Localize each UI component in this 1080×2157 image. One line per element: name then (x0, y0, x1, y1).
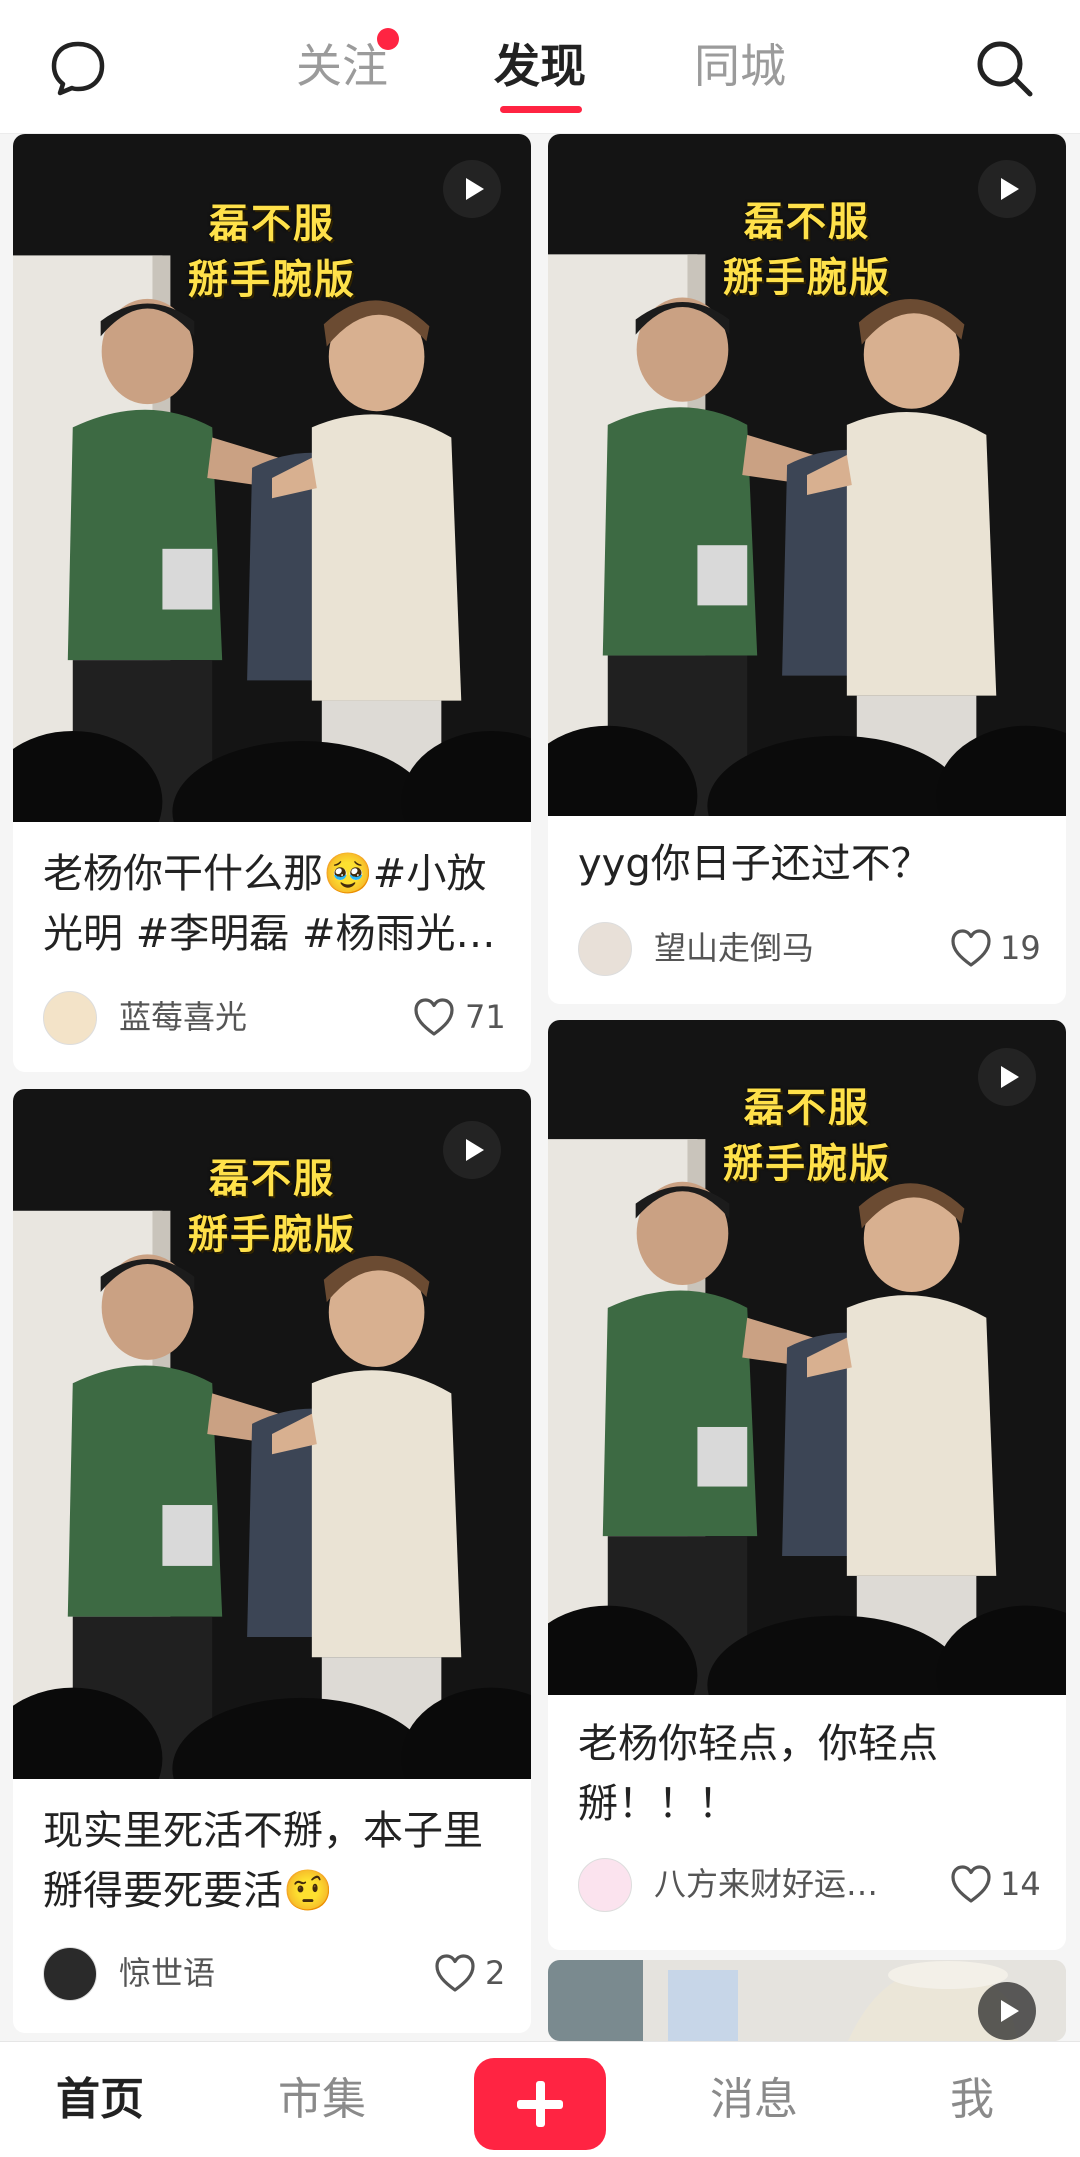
heart-icon[interactable] (413, 997, 455, 1037)
tab-discover[interactable]: 发现 (494, 36, 586, 96)
play-icon (443, 1121, 501, 1179)
play-icon (978, 1048, 1036, 1106)
heart-icon[interactable] (950, 1864, 992, 1904)
nav-me[interactable]: 我 (950, 2072, 994, 2128)
card-title: 老杨你干什么那🥹#小放光明 #李明磊 #杨雨光… (43, 851, 496, 957)
author-name[interactable]: 八方来财好运… (654, 1858, 878, 1910)
play-icon (443, 160, 501, 218)
publish-button[interactable] (474, 2058, 606, 2150)
feed-card[interactable]: 磊不服 掰手腕版 老杨你轻点，你轻点掰！！！ 八方来财好运… 14 (548, 1020, 1066, 1950)
nav-market[interactable]: 市集 (278, 2072, 366, 2128)
video-thumbnail[interactable]: 磊不服 掰手腕版 (13, 1089, 531, 1779)
video-thumbnail[interactable]: 磊不服 掰手腕版 (13, 134, 531, 822)
chat-bubble-icon[interactable] (48, 38, 108, 98)
author-name[interactable]: 望山走倒马 (654, 922, 814, 974)
card-title: yyg你日子还过不？ (578, 841, 931, 887)
feed-card[interactable]: 磊不服 掰手腕版 yyg你日子还过不？ 望山走倒马 19 (548, 134, 1066, 1004)
card-title: 老杨你轻点，你轻点掰！！！ (578, 1721, 938, 1827)
play-icon (978, 160, 1036, 218)
like-count: 71 (465, 998, 506, 1036)
cover-caption-line2: 掰手腕版 (723, 1141, 891, 1187)
video-thumbnail[interactable]: 磊不服 掰手腕版 (548, 134, 1066, 816)
notification-dot (377, 28, 399, 50)
cover-caption-line2: 掰手腕版 (723, 255, 891, 301)
cover-caption-line2: 掰手腕版 (188, 1212, 356, 1258)
bottom-navigation: 首页 市集 消息 我 (0, 2041, 1080, 2157)
cover-caption-line2: 掰手腕版 (188, 257, 356, 303)
author-name[interactable]: 蓝莓喜光 (119, 991, 247, 1043)
feed-card[interactable]: 磊不服 掰手腕版 现实里死活不掰，本子里掰得要死要活🤨 惊世语 2 (13, 1089, 531, 2033)
tab-follow[interactable]: 关注 (296, 36, 388, 96)
nav-messages[interactable]: 消息 (710, 2072, 798, 2128)
avatar[interactable] (578, 922, 632, 976)
heart-icon[interactable] (950, 928, 992, 968)
play-icon (978, 1982, 1036, 2040)
video-thumbnail[interactable] (548, 1960, 1066, 2041)
nav-home[interactable]: 首页 (56, 2072, 144, 2128)
feed-card[interactable] (548, 1960, 1066, 2041)
search-icon[interactable] (972, 36, 1036, 100)
card-title: 现实里死活不掰，本子里掰得要死要活🤨 (43, 1808, 483, 1914)
active-tab-indicator (500, 106, 582, 113)
video-thumbnail[interactable]: 磊不服 掰手腕版 (548, 1020, 1066, 1695)
top-bar: 关注 发现 同城 (0, 0, 1080, 134)
avatar[interactable] (43, 991, 97, 1045)
author-name[interactable]: 惊世语 (119, 1947, 215, 1999)
feed-card[interactable]: 磊不服 掰手腕版 老杨你干什么那🥹#小放光明 #李明磊 #杨雨光… 蓝莓喜光 7… (13, 134, 531, 1072)
tab-local[interactable]: 同城 (694, 36, 786, 96)
avatar[interactable] (43, 1947, 97, 2001)
like-count: 2 (485, 1954, 506, 1992)
like-count: 14 (1000, 1865, 1041, 1903)
like-count: 19 (1000, 929, 1041, 967)
heart-icon[interactable] (434, 1953, 476, 1993)
avatar[interactable] (578, 1858, 632, 1912)
